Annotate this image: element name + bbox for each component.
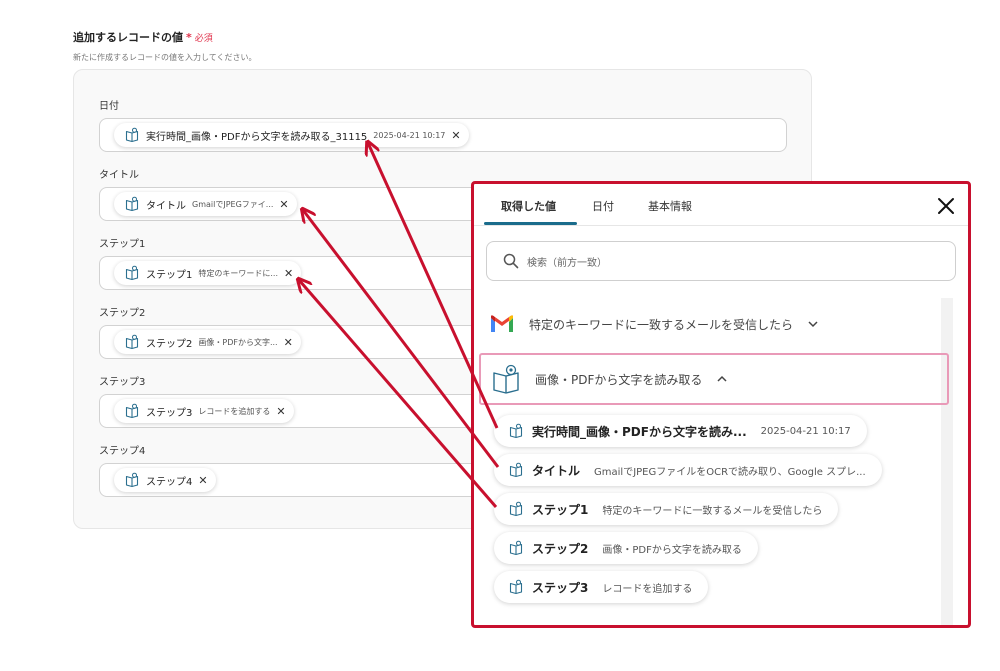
value-chip[interactable]: タイトル GmailでJPEGファイ... ✕ <box>114 192 297 216</box>
field-label-step1: ステップ1 <box>99 239 146 250</box>
remove-chip-icon[interactable]: ✕ <box>284 268 293 279</box>
ocr-book-icon <box>124 472 140 488</box>
chip-sub: GmailでJPEGファイ... <box>192 199 274 209</box>
ocr-book-icon <box>124 403 140 419</box>
option-label: ステップ1 <box>532 502 589 517</box>
ocr-book-icon <box>124 127 140 143</box>
section-description: 新たに作成するレコードの値を入力してください。 <box>73 53 257 62</box>
option-step2[interactable]: ステップ2 画像・PDFから文字を読み取る <box>494 532 758 564</box>
remove-chip-icon[interactable]: ✕ <box>451 130 460 141</box>
option-label: タイトル <box>532 463 581 478</box>
ocr-book-icon <box>124 196 140 212</box>
remove-chip-icon[interactable]: ✕ <box>284 337 293 348</box>
picker-tabs: 取得した値 日付 基本情報 <box>474 184 968 226</box>
search-icon <box>503 253 519 269</box>
chip-sub: 特定のキーワードに... <box>198 268 279 278</box>
chevron-up-icon <box>717 375 727 382</box>
remove-chip-icon[interactable]: ✕ <box>276 406 285 417</box>
value-chip[interactable]: 実行時間_画像・PDFから文字を読み取る_31115 2025-04-21 10… <box>114 123 469 147</box>
value-picker-popup: 取得した値 日付 基本情報 検索（前方一致） 特定のキーワードに一致するメールを… <box>471 181 971 628</box>
chevron-down-icon <box>808 321 818 328</box>
option-value: GmailでJPEGファイルをOCRで読み取り、Google スプレ... <box>594 466 866 478</box>
chip-label: 実行時間_画像・PDFから文字を読み取る_31115 <box>146 131 368 143</box>
group-ocr-step[interactable]: 画像・PDFから文字を読み取る <box>479 353 949 405</box>
field-label-title: タイトル <box>99 170 139 181</box>
ocr-book-icon <box>508 501 524 517</box>
group-gmail-trigger[interactable]: 特定のキーワードに一致するメールを受信したら <box>479 298 949 350</box>
search-input[interactable]: 検索（前方一致） <box>486 241 956 281</box>
chip-label: ステップ4 <box>146 476 193 488</box>
option-title[interactable]: タイトル GmailでJPEGファイルをOCRで読み取り、Google スプレ.… <box>494 454 882 486</box>
value-chip[interactable]: ステップ4 ✕ <box>114 468 216 492</box>
option-value: 特定のキーワードに一致するメールを受信したら <box>602 505 823 517</box>
chip-label: ステップ1 <box>146 269 193 281</box>
option-value: 2025-04-21 10:17 <box>760 425 851 437</box>
remove-chip-icon[interactable]: ✕ <box>279 199 288 210</box>
chip-label: ステップ2 <box>146 338 193 350</box>
tab-retrieved-values[interactable]: 取得した値 <box>501 198 556 214</box>
chip-label: ステップ3 <box>146 407 193 419</box>
value-chip[interactable]: ステップ3 レコードを追加する ✕ <box>114 399 294 423</box>
option-exec-time[interactable]: 実行時間_画像・PDFから文字を読み... 2025-04-21 10:17 <box>494 415 867 447</box>
group-title: 特定のキーワードに一致するメールを受信したら <box>529 317 794 332</box>
required-text: 必須 <box>194 33 213 44</box>
option-label: ステップ2 <box>532 541 589 556</box>
search-placeholder: 検索（前方一致） <box>527 257 607 269</box>
ocr-book-icon <box>508 462 524 478</box>
ocr-book-icon <box>124 265 140 281</box>
field-label-step3: ステップ3 <box>99 377 146 388</box>
section-title-text: 追加するレコードの値 <box>73 31 183 44</box>
tab-basic-info[interactable]: 基本情報 <box>648 198 692 214</box>
group-title: 画像・PDFから文字を読み取る <box>535 372 703 387</box>
chip-label: タイトル <box>146 200 186 212</box>
gmail-icon <box>491 315 513 332</box>
ocr-book-icon <box>124 334 140 350</box>
option-value: レコードを追加する <box>602 583 693 595</box>
option-value: 画像・PDFから文字を読み取る <box>602 544 742 556</box>
field-label-step4: ステップ4 <box>99 446 146 457</box>
chip-sub: レコードを追加する <box>198 406 271 416</box>
option-label: 実行時間_画像・PDFから文字を読み... <box>532 424 747 439</box>
ocr-book-icon <box>508 579 524 595</box>
chip-sub: 画像・PDFから文字... <box>198 337 278 347</box>
required-mark: * <box>186 30 192 44</box>
field-label-date: 日付 <box>99 101 119 112</box>
ocr-book-icon <box>493 364 519 394</box>
chip-sub: 2025-04-21 10:17 <box>373 130 446 140</box>
section-title: 追加するレコードの値 * 必須 <box>73 29 213 45</box>
option-step1[interactable]: ステップ1 特定のキーワードに一致するメールを受信したら <box>494 493 839 525</box>
option-step3[interactable]: ステップ3 レコードを追加する <box>494 571 709 603</box>
option-label: ステップ3 <box>532 580 589 595</box>
ocr-book-icon <box>508 540 524 556</box>
close-icon[interactable] <box>936 196 956 216</box>
remove-chip-icon[interactable]: ✕ <box>198 475 207 486</box>
tab-date[interactable]: 日付 <box>592 198 614 214</box>
field-label-step2: ステップ2 <box>99 308 146 319</box>
ocr-book-icon <box>508 423 524 439</box>
value-chip[interactable]: ステップ1 特定のキーワードに... ✕ <box>114 261 302 285</box>
active-tab-indicator <box>484 222 577 225</box>
values-list: 特定のキーワードに一致するメールを受信したら 画像・PDFから文字を読み取る 実… <box>474 298 949 625</box>
date-field[interactable]: 実行時間_画像・PDFから文字を読み取る_31115 2025-04-21 10… <box>99 118 787 152</box>
value-chip[interactable]: ステップ2 画像・PDFから文字... ✕ <box>114 330 301 354</box>
